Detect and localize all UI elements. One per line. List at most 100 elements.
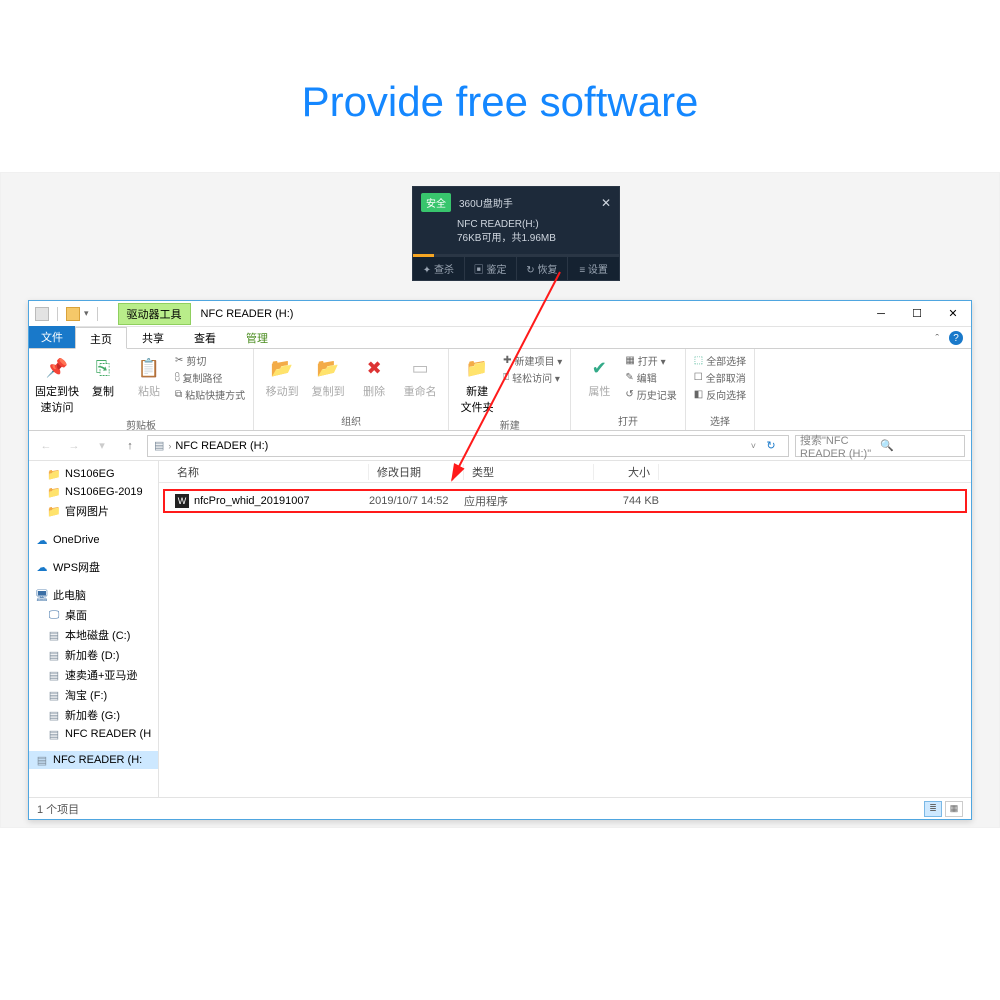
popup-settings[interactable]: ≡ 设置 <box>568 257 619 280</box>
nav-drive[interactable]: ▤新加卷 (D:) <box>29 645 158 665</box>
open-button[interactable]: ▦打开 ▾ <box>625 353 676 368</box>
invert-selection-button[interactable]: ◧反向选择 <box>694 387 746 402</box>
recent-button[interactable]: ▾ <box>91 435 113 457</box>
popup-space-line: 76KB可用，共1.96MB <box>457 232 611 246</box>
col-name[interactable]: 名称 <box>169 464 369 480</box>
maximize-button[interactable]: ☐ <box>899 301 935 327</box>
pin-quick-button[interactable]: 📌固定到快 速访问 <box>37 353 77 415</box>
file-size: 744 KB <box>594 495 659 507</box>
share-tab[interactable]: 共享 <box>127 326 179 348</box>
nav-wps[interactable]: ☁WPS网盘 <box>29 557 158 577</box>
nav-desktop[interactable]: 🖵桌面 <box>29 605 158 625</box>
address-field[interactable]: ▤ › NFC READER (H:) ˅ ↻ <box>147 435 789 457</box>
nav-this-pc[interactable]: 🖥此电脑 <box>29 585 158 605</box>
copy-to-button[interactable]: 📂复制到 <box>308 353 348 399</box>
history-button[interactable]: ↺历史记录 <box>625 387 676 402</box>
open-group-label: 打开 <box>579 411 676 428</box>
file-tab[interactable]: 文件 <box>29 326 75 348</box>
qat-chevron-icon[interactable]: ▾ <box>84 308 89 319</box>
address-dropdown-icon[interactable]: ˅ <box>751 441 756 451</box>
new-folder-button[interactable]: 📁新建 文件夹 <box>457 353 497 415</box>
easy-access-button[interactable]: ⍰轻松访问 ▾ <box>503 370 562 385</box>
move-to-button[interactable]: 📂移动到 <box>262 353 302 399</box>
ribbon: 📌固定到快 速访问 ⎘复制 📋粘贴 ✂剪切 ⩉复制路径 ⧉粘贴快捷方式 剪贴板 … <box>29 349 971 431</box>
minimize-button[interactable]: ─ <box>863 301 899 327</box>
paste-shortcut-button[interactable]: ⧉粘贴快捷方式 <box>175 387 245 402</box>
file-type: 应用程序 <box>464 493 594 509</box>
item-count: 1 个项目 <box>37 801 79 817</box>
icons-view-button[interactable]: ▦ <box>945 801 963 817</box>
col-date[interactable]: 修改日期 <box>369 464 464 480</box>
close-button[interactable]: ✕ <box>935 301 971 327</box>
back-button[interactable]: ← <box>35 435 57 457</box>
popup-close-button[interactable]: ✕ <box>601 196 611 210</box>
usb-popup: 安全 360U盘助手 ✕ NFC READER(H:) 76KB可用，共1.96… <box>412 186 620 281</box>
nav-drive-selected[interactable]: ▤NFC READER (H: <box>29 751 158 769</box>
help-icon[interactable]: ? <box>949 331 963 345</box>
nav-drive[interactable]: ▤NFC READER (H <box>29 725 158 743</box>
edit-button[interactable]: ✎编辑 <box>625 370 676 385</box>
drive-tools-label: 驱动器工具 <box>118 303 191 325</box>
copy-path-button[interactable]: ⩉复制路径 <box>175 370 245 385</box>
page-headline: Provide free software <box>0 0 1000 126</box>
nav-folder[interactable]: 📁官网图片 <box>29 501 158 521</box>
popup-identify[interactable]: ▣ 鉴定 <box>465 257 517 280</box>
delete-button[interactable]: ✖删除 <box>354 353 394 399</box>
popup-scan[interactable]: ✦ 查杀 <box>413 257 465 280</box>
select-none-button[interactable]: ☐全部取消 <box>694 370 746 385</box>
refresh-button[interactable]: ↻ <box>760 436 782 456</box>
new-item-button[interactable]: ✚新建项目 ▾ <box>503 353 562 368</box>
popup-actions: ✦ 查杀 ▣ 鉴定 ↻ 恢复 ≡ 设置 <box>413 257 619 280</box>
new-group-label: 新建 <box>457 415 562 432</box>
popup-recover[interactable]: ↻ 恢复 <box>517 257 569 280</box>
popup-device-line: NFC READER(H:) <box>457 218 611 232</box>
pin-icon: 📌 <box>44 355 70 381</box>
home-tab[interactable]: 主页 <box>75 327 127 349</box>
safe-badge: 安全 <box>421 193 451 212</box>
app-icon: W <box>175 494 189 508</box>
col-type[interactable]: 类型 <box>464 464 594 480</box>
search-field[interactable]: 搜索"NFC READER (H:)" 🔍 <box>795 435 965 457</box>
file-row[interactable]: WnfcPro_whid_20191007 2019/10/7 14:52 应用… <box>163 489 967 513</box>
file-name: nfcPro_whid_20191007 <box>194 495 310 507</box>
forward-button[interactable]: → <box>63 435 85 457</box>
drive-icon: ▤ <box>154 439 164 452</box>
nav-folder[interactable]: 📁NS106EG <box>29 465 158 483</box>
ribbon-collapse-button[interactable]: ˆ <box>925 330 949 348</box>
file-date: 2019/10/7 14:52 <box>369 495 464 507</box>
clipboard-group-label: 剪贴板 <box>37 415 245 432</box>
window-title: NFC READER (H:) <box>201 308 863 320</box>
nav-drive[interactable]: ▤速卖通+亚马逊 <box>29 665 158 685</box>
copy-button[interactable]: ⎘复制 <box>83 353 123 399</box>
details-view-button[interactable]: ≣ <box>924 801 942 817</box>
ribbon-tabs: 文件 主页 共享 查看 管理 ˆ ? <box>29 327 971 349</box>
nav-onedrive[interactable]: ☁OneDrive <box>29 531 158 549</box>
up-button[interactable]: ↑ <box>119 435 141 457</box>
nav-drive[interactable]: ▤本地磁盘 (C:) <box>29 625 158 645</box>
paste-button[interactable]: 📋粘贴 <box>129 353 169 399</box>
status-bar: 1 个项目 ≣ ▦ <box>29 797 971 819</box>
properties-button[interactable]: ✔属性 <box>579 353 619 399</box>
cut-button[interactable]: ✂剪切 <box>175 353 245 368</box>
nav-drive[interactable]: ▤新加卷 (G:) <box>29 705 158 725</box>
window-icon[interactable] <box>35 307 49 321</box>
select-group-label: 选择 <box>694 411 746 428</box>
search-placeholder: 搜索"NFC READER (H:)" <box>800 432 880 460</box>
nav-drive[interactable]: ▤淘宝 (F:) <box>29 685 158 705</box>
address-segment[interactable]: NFC READER (H:) <box>175 440 268 452</box>
select-all-button[interactable]: ⬚全部选择 <box>694 353 746 368</box>
rename-button[interactable]: ▭重命名 <box>400 353 440 399</box>
nav-folder[interactable]: 📁NS106EG-2019 <box>29 483 158 501</box>
view-tab[interactable]: 查看 <box>179 326 231 348</box>
address-bar: ← → ▾ ↑ ▤ › NFC READER (H:) ˅ ↻ 搜索"NFC R… <box>29 431 971 461</box>
search-icon: 🔍 <box>880 439 960 452</box>
organize-group-label: 组织 <box>262 411 440 428</box>
col-size[interactable]: 大小 <box>594 464 659 480</box>
column-headers: 名称 修改日期 类型 大小 <box>159 461 971 483</box>
paste-icon: 📋 <box>136 355 162 381</box>
titlebar: ▾ 驱动器工具 NFC READER (H:) ─ ☐ ✕ <box>29 301 971 327</box>
content-pane: 名称 修改日期 类型 大小 WnfcPro_whid_20191007 2019… <box>159 461 971 797</box>
cut-icon: ✂ <box>175 355 183 366</box>
manage-tab[interactable]: 管理 <box>231 326 283 348</box>
qat-button[interactable] <box>66 307 80 321</box>
